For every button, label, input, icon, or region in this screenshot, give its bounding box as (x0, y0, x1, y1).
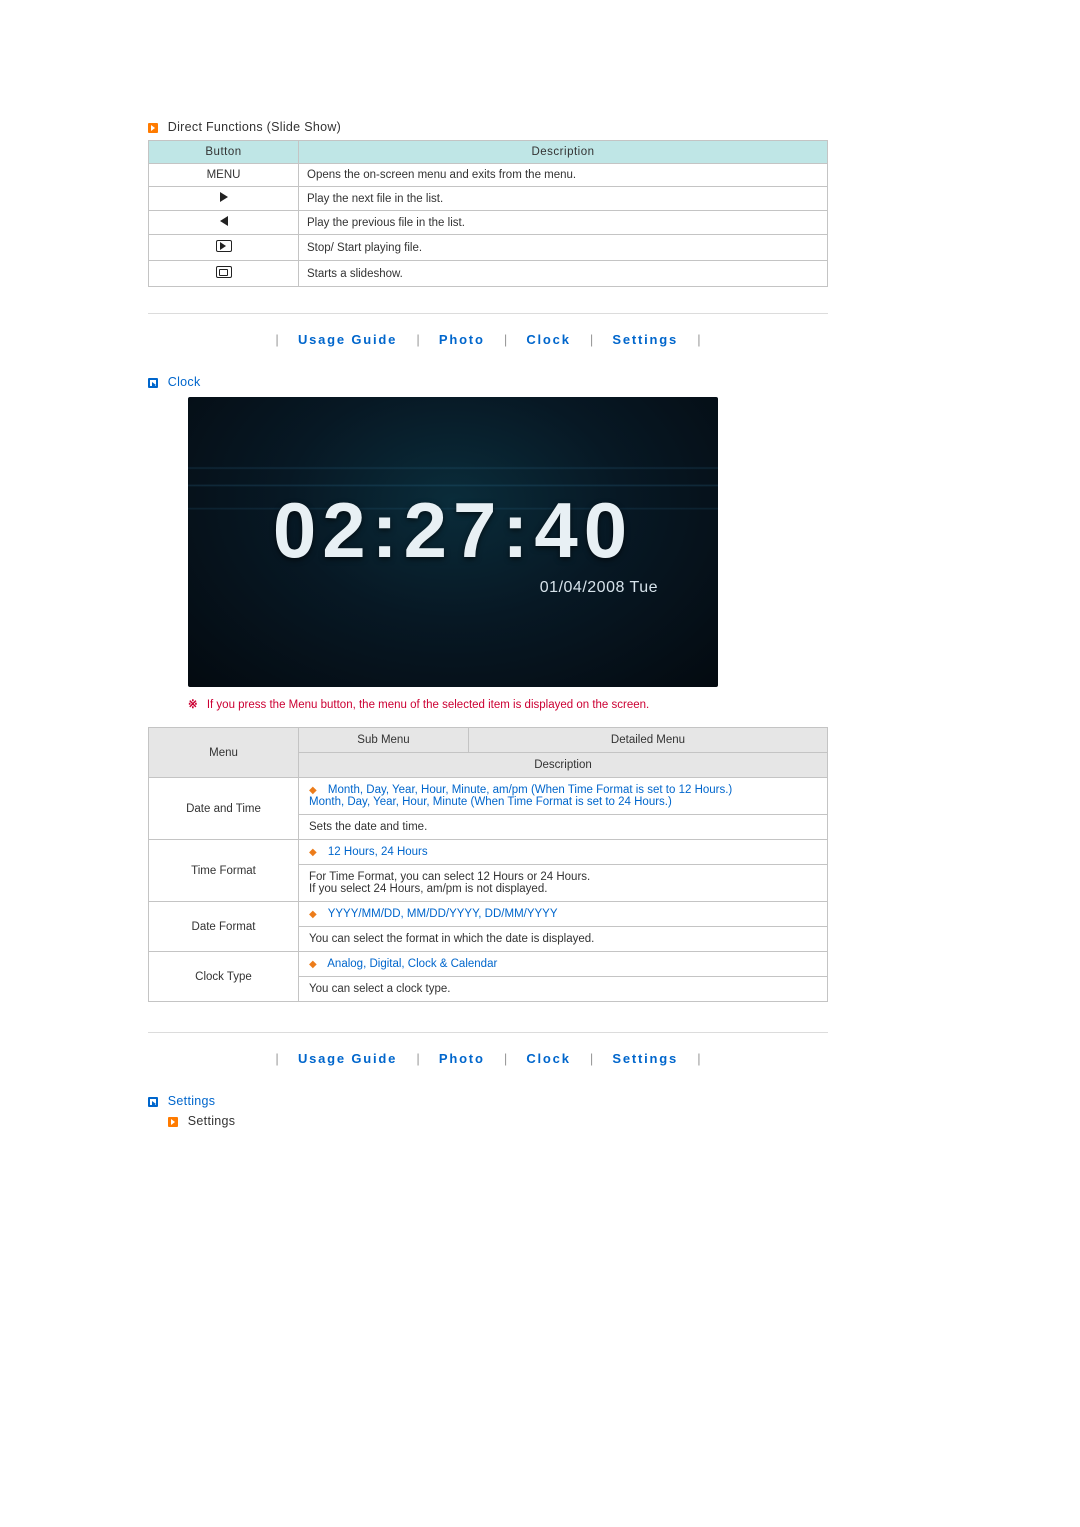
section-nav: | Usage Guide | Photo | Clock | Settings… (148, 1051, 828, 1066)
nav-settings[interactable]: Settings (612, 1051, 678, 1066)
desc-cell: You can select the format in which the d… (299, 927, 828, 952)
diamond-icon: ◆ (309, 847, 317, 858)
table-row: MENU Opens the on-screen menu and exits … (149, 164, 828, 187)
submenu-text: YYYY/MM/DD, MM/DD/YYYY, DD/MM/YYYY (328, 908, 558, 920)
desc-cell: Starts a slideshow. (299, 261, 828, 287)
diamond-icon: ◆ (309, 959, 317, 970)
nav-settings[interactable]: Settings (612, 332, 678, 347)
col-sub: Sub Menu (299, 728, 469, 753)
col-description: Description (299, 753, 828, 778)
menu-date-format: Date Format (149, 902, 299, 952)
note-mark: ※ (188, 699, 198, 711)
submenu-cell: ◆ YYYY/MM/DD, MM/DD/YYYY, DD/MM/YYYY (299, 902, 828, 927)
note-text: If you press the Menu button, the menu o… (207, 699, 649, 711)
settings-sub-title: Settings (188, 1114, 236, 1128)
settings-subheading: Settings (168, 1114, 828, 1128)
submenu-cell: ◆ Month, Day, Year, Hour, Minute, am/pm … (299, 778, 828, 815)
desc-cell: Opens the on-screen menu and exits from … (299, 164, 828, 187)
bullet-icon (148, 123, 158, 133)
table-row: Play the previous file in the list. (149, 211, 828, 235)
prev-icon (220, 216, 228, 226)
nav-photo[interactable]: Photo (439, 1051, 485, 1066)
divider (148, 313, 828, 314)
table-row: Play the next file in the list. (149, 187, 828, 211)
submenu-cell: ◆ Analog, Digital, Clock & Calendar (299, 952, 828, 977)
table-row: Stop/ Start playing file. (149, 235, 828, 261)
col-button: Button (149, 141, 299, 164)
bullet-icon (168, 1117, 178, 1127)
col-description: Description (299, 141, 828, 164)
desc-cell: Play the previous file in the list. (299, 211, 828, 235)
col-menu: Menu (149, 728, 299, 778)
bullet-icon (148, 1097, 158, 1107)
desc-cell: For Time Format, you can select 12 Hours… (299, 865, 828, 902)
clock-menu-table: Menu Sub Menu Detailed Menu Description … (148, 727, 828, 1002)
menu-date-time: Date and Time (149, 778, 299, 840)
clock-title: Clock (168, 375, 201, 389)
table-row: Time Format ◆ 12 Hours, 24 Hours (149, 840, 828, 865)
submenu-cell: ◆ 12 Hours, 24 Hours (299, 840, 828, 865)
direct-functions-table: Button Description MENU Opens the on-scr… (148, 140, 828, 287)
nav-usage-guide[interactable]: Usage Guide (298, 1051, 397, 1066)
table-row: Clock Type ◆ Analog, Digital, Clock & Ca… (149, 952, 828, 977)
table-row: Starts a slideshow. (149, 261, 828, 287)
direct-functions-title: Direct Functions (Slide Show) (168, 120, 341, 134)
desc-cell: Stop/ Start playing file. (299, 235, 828, 261)
play-toggle-icon (216, 240, 232, 252)
table-row: Date and Time ◆ Month, Day, Year, Hour, … (149, 778, 828, 815)
clock-preview: 02:27:40 01/04/2008 Tue (188, 397, 718, 687)
diamond-icon: ◆ (309, 785, 317, 796)
desc-cell: You can select a clock type. (299, 977, 828, 1002)
clock-date: 01/04/2008 Tue (540, 579, 658, 597)
submenu-text: 12 Hours, 24 Hours (328, 846, 428, 858)
nav-photo[interactable]: Photo (439, 332, 485, 347)
divider (148, 1032, 828, 1033)
clock-time: 02:27:40 (188, 485, 718, 576)
btn-cell (149, 261, 299, 287)
nav-clock[interactable]: Clock (526, 1051, 570, 1066)
menu-time-format: Time Format (149, 840, 299, 902)
clock-heading: Clock (148, 375, 828, 389)
btn-cell (149, 235, 299, 261)
submenu-text: Analog, Digital, Clock & Calendar (327, 958, 497, 970)
submenu-text: Month, Day, Year, Hour, Minute, am/pm (W… (309, 784, 732, 808)
nav-usage-guide[interactable]: Usage Guide (298, 332, 397, 347)
btn-cell (149, 211, 299, 235)
clock-note: ※ If you press the Menu button, the menu… (188, 697, 828, 711)
diamond-icon: ◆ (309, 909, 317, 920)
nav-clock[interactable]: Clock (526, 332, 570, 347)
col-detailed: Detailed Menu (469, 728, 828, 753)
slideshow-icon (216, 266, 232, 278)
desc-cell: Sets the date and time. (299, 815, 828, 840)
desc-cell: Play the next file in the list. (299, 187, 828, 211)
settings-heading: Settings (148, 1094, 828, 1108)
btn-cell: MENU (149, 164, 299, 187)
menu-clock-type: Clock Type (149, 952, 299, 1002)
bullet-icon (148, 378, 158, 388)
next-icon (220, 192, 228, 202)
settings-title: Settings (168, 1094, 216, 1108)
direct-functions-heading: Direct Functions (Slide Show) (148, 120, 828, 134)
section-nav: | Usage Guide | Photo | Clock | Settings… (148, 332, 828, 347)
table-row: Date Format ◆ YYYY/MM/DD, MM/DD/YYYY, DD… (149, 902, 828, 927)
btn-cell (149, 187, 299, 211)
